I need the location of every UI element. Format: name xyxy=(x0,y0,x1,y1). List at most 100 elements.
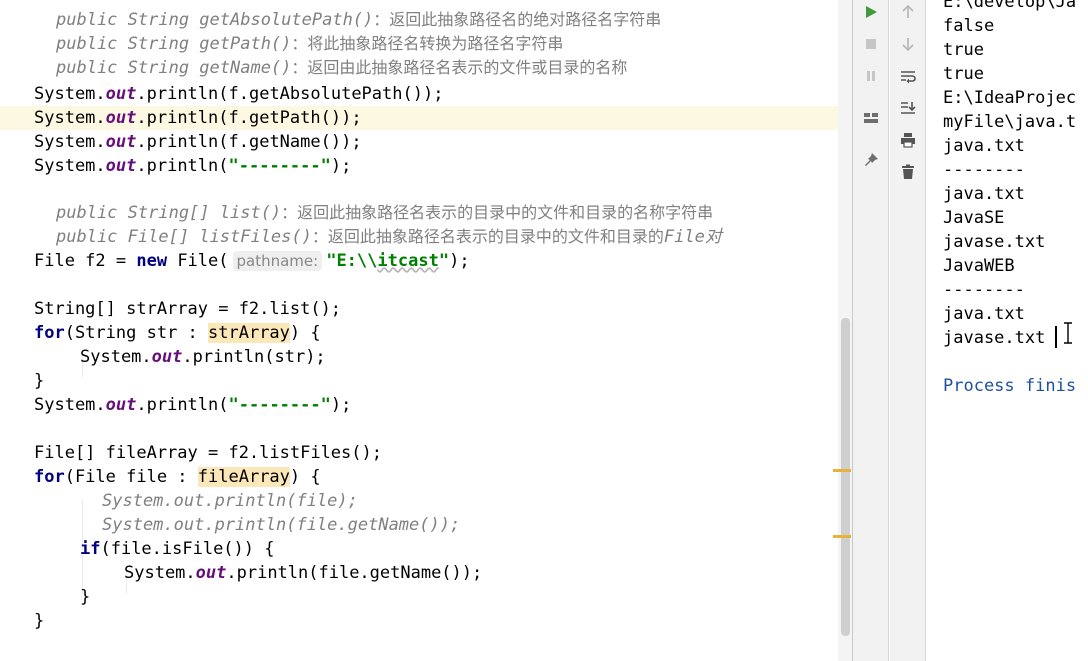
code-token: (file.isFile()) { xyxy=(100,539,275,559)
comment-signature: public String getAbsolutePath() xyxy=(56,10,374,30)
code-token: .println( xyxy=(136,156,229,176)
code-line[interactable]: for(File file : fileArray) { xyxy=(0,465,838,489)
code-token: String[] strArray = f2.list(); xyxy=(34,299,342,319)
restore-layout-button[interactable] xyxy=(859,106,883,130)
code-token: .println( xyxy=(136,132,229,152)
console-line: false xyxy=(943,16,995,36)
code-token: } xyxy=(34,371,45,391)
pause-icon xyxy=(863,68,879,84)
comment-description: ：返回由此抽象路径名表示的文件或目录的名称 xyxy=(291,58,628,77)
code-token: } xyxy=(34,611,45,631)
field-token: out xyxy=(105,84,137,104)
code-token: (String str : xyxy=(64,323,209,343)
console-line: true xyxy=(943,40,984,60)
code-token: f.getName()); xyxy=(228,132,362,152)
code-token: File f2 = xyxy=(34,251,137,271)
code-token: System. xyxy=(34,156,106,176)
code-line[interactable]: String[] strArray = f2.list(); xyxy=(0,297,838,321)
soft-wrap-button[interactable] xyxy=(896,64,920,88)
console-line: java.txt xyxy=(943,304,1025,324)
keyword-token: for xyxy=(34,323,65,343)
code-line[interactable]: for(String str : strArray) { xyxy=(0,321,838,345)
code-token: (File file : xyxy=(64,467,198,487)
code-token: System. xyxy=(34,84,106,104)
field-token: out xyxy=(105,156,137,176)
up-arrow-icon xyxy=(900,4,916,20)
code-line[interactable]: } xyxy=(0,369,838,393)
next-occurrence-button[interactable] xyxy=(896,32,920,56)
code-token: System. xyxy=(34,108,106,128)
scroll-to-end-icon xyxy=(900,100,916,116)
comment-signature: public String[] list() xyxy=(56,203,282,223)
pin-tab-button[interactable] xyxy=(859,148,883,172)
usage-highlight: fileArray xyxy=(197,467,290,487)
code-token: ) { xyxy=(289,323,321,343)
pause-button[interactable] xyxy=(859,64,883,88)
process-finished-line: Process finis xyxy=(943,376,1077,396)
comment-line: public String[] list()：返回此抽象路径名表示的目录中的文件… xyxy=(0,201,838,225)
print-button[interactable] xyxy=(896,128,920,152)
text-caret xyxy=(1055,326,1057,348)
run-icon xyxy=(863,4,879,20)
commented-code: System.out.println(file); xyxy=(102,491,358,511)
print-icon xyxy=(900,132,916,148)
code-token: .println( xyxy=(136,84,229,104)
code-token: .println( xyxy=(136,395,229,415)
scrollbar-marker[interactable] xyxy=(833,535,851,538)
string-token: "--------" xyxy=(228,395,331,415)
console-line: -------- xyxy=(943,160,1025,180)
console-line: true xyxy=(943,64,984,84)
commented-code-line[interactable]: System.out.println(file); xyxy=(0,489,838,513)
commented-code: System.out.println(file.getName()); xyxy=(102,515,461,535)
console-line: javase.txt xyxy=(943,232,1046,252)
comment-signature: public File[] listFiles() xyxy=(56,227,312,247)
code-line[interactable]: System.out.println(f.getName()); xyxy=(0,130,838,154)
code-token: ); xyxy=(330,395,352,415)
keyword-token: for xyxy=(34,467,65,487)
code-token: ); xyxy=(449,251,470,271)
code-token: .println(file.getName()); xyxy=(226,563,483,583)
comment-description: ：返回此抽象路径名的绝对路径名字符串 xyxy=(373,10,662,29)
editor-scrollbar-thumb[interactable] xyxy=(841,318,850,636)
code-token: System. xyxy=(34,395,106,415)
code-token: System. xyxy=(124,563,196,583)
code-line[interactable]: File f2 = new File(pathname: "E:\\itcast"… xyxy=(0,249,838,273)
console-line: JavaWEB xyxy=(943,256,1015,276)
code-token: File[] fileArray = f2.listFiles(); xyxy=(34,443,382,463)
console-line: java.txt xyxy=(943,136,1025,156)
scrollbar-marker[interactable] xyxy=(833,469,851,472)
comment-signature: public String getName() xyxy=(56,58,292,78)
code-line[interactable]: System.out.println("--------"); xyxy=(0,393,838,417)
usage-highlight: strArray xyxy=(208,323,290,343)
field-token: out xyxy=(105,132,137,152)
field-token: out xyxy=(105,108,137,128)
console-output[interactable]: E:\develop\Ja false true true E:\IdeaPro… xyxy=(927,0,1088,661)
code-line[interactable]: } xyxy=(0,609,838,633)
comment-line: public File[] listFiles()：返回此抽象路径名表示的目录中… xyxy=(0,225,838,249)
comment-description: ：返回此抽象路径名表示的目录中的文件和目录的名称字符串 xyxy=(281,203,714,222)
code-line[interactable]: System.out.println(str); xyxy=(0,345,838,369)
clear-all-button[interactable] xyxy=(896,160,920,184)
code-line[interactable]: } xyxy=(0,585,838,609)
comment-signature: File对 xyxy=(663,227,722,247)
commented-code-line[interactable]: System.out.println(file.getName()); xyxy=(0,513,838,537)
code-line[interactable]: File[] fileArray = f2.listFiles(); xyxy=(0,441,838,465)
rerun-button[interactable] xyxy=(859,0,883,24)
pin-icon xyxy=(863,152,879,168)
code-editor[interactable]: public String getAbsolutePath()：返回此抽象路径名… xyxy=(0,0,838,661)
code-line[interactable]: System.out.println(file.getName()); xyxy=(0,561,838,585)
code-token: f.getAbsolutePath()); xyxy=(228,84,444,104)
current-code-line[interactable]: System.out.println(f.getPath()); xyxy=(0,106,838,130)
string-token: "E: xyxy=(326,251,357,271)
scroll-to-end-button[interactable] xyxy=(896,96,920,120)
code-token: File( xyxy=(167,251,229,271)
code-line[interactable]: System.out.println("--------"); xyxy=(0,154,838,178)
code-line[interactable]: System.out.println(f.getAbsolutePath()); xyxy=(0,82,838,106)
layout-icon xyxy=(863,110,879,126)
previous-occurrence-button[interactable] xyxy=(896,0,920,24)
console-line: -------- xyxy=(943,280,1025,300)
stop-button[interactable] xyxy=(859,32,883,56)
text-cursor-icon xyxy=(1063,322,1073,348)
run-toolbar-right xyxy=(890,0,926,661)
code-line[interactable]: if(file.isFile()) { xyxy=(0,537,838,561)
